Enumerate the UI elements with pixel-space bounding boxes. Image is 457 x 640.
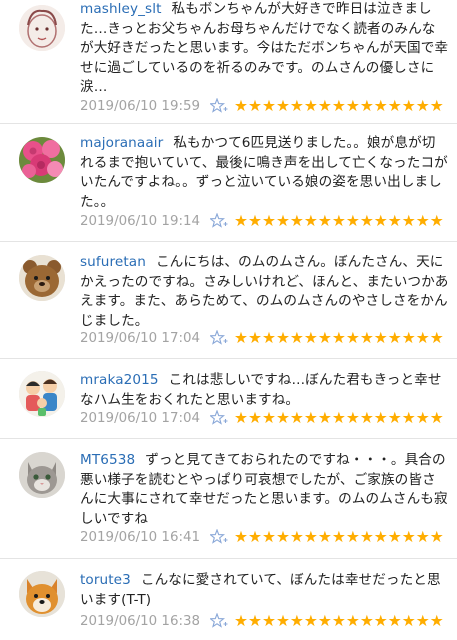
grey-cat-avatar[interactable]	[19, 452, 65, 498]
comment-username[interactable]: mashley_slt	[80, 1, 162, 17]
comment-item: majoranaair 私もかつて6匹見送りました。。娘が息が切れるまで抱いていて…	[0, 124, 457, 242]
comment-body: mashley_slt 私もボンちゃんが大好きで昨日は泣きました…きっとお父ちゃん…	[80, 0, 449, 98]
add-star-icon[interactable]	[210, 213, 234, 229]
comment-username[interactable]: majoranaair	[80, 135, 163, 151]
comment-date: 2019/06/10 17:04	[80, 330, 201, 346]
teddy-bear-avatar[interactable]	[19, 255, 65, 301]
comment-item: mraka2015 これは悲しいですね…ぼんた君もきっと幸せなハム生をおくれたと思…	[0, 359, 457, 439]
comment-username[interactable]: torute3	[80, 572, 131, 588]
comment-text: ずっと見てきておられたのですね・・・。具合の悪い様子を読むとやっぱり可哀想でした…	[80, 452, 448, 527]
comment-body: torute3 こんなに愛されていて、ぼんたは幸せだったと思います(T-T)	[80, 571, 449, 610]
comment-text: こんなに愛されていて、ぼんたは幸せだったと思います(T-T)	[80, 572, 441, 608]
comment-date: 2019/06/10 19:59	[80, 98, 201, 114]
comment-username[interactable]: mraka2015	[80, 372, 159, 388]
comment-item: mashley_slt 私もボンちゃんが大好きで昨日は泣きました…きっとお父ちゃん…	[0, 0, 457, 124]
comment-meta: 2019/06/10 19:14 ★★★★★★★★★★★★★★★	[80, 211, 444, 231]
comment-date: 2019/06/10 16:38	[80, 613, 201, 629]
family-cartoon-avatar[interactable]	[19, 371, 65, 417]
comment-meta: 2019/06/10 17:04 ★★★★★★★★★★★★★★★	[80, 408, 444, 428]
comment-username[interactable]: sufuretan	[80, 254, 146, 270]
comment-body: sufuretan こんにちは、のムのムさん。ぼんたさん、天にかえったのですね。さ…	[80, 253, 449, 331]
add-star-icon[interactable]	[210, 330, 234, 346]
comment-date: 2019/06/10 16:41	[80, 529, 201, 545]
add-star-icon[interactable]	[210, 613, 234, 629]
add-star-icon[interactable]	[210, 529, 234, 545]
star-rating: ★★★★★★★★★★★★★★★	[234, 329, 444, 347]
comment-item: torute3 こんなに愛されていて、ぼんたは幸せだったと思います(T-T) 20…	[0, 559, 457, 640]
star-rating: ★★★★★★★★★★★★★★★	[234, 528, 444, 546]
comment-meta: 2019/06/10 16:38 ★★★★★★★★★★★★★★★	[80, 611, 444, 631]
comment-meta: 2019/06/10 16:41 ★★★★★★★★★★★★★★★	[80, 527, 444, 547]
pink-roses-avatar[interactable]	[19, 137, 65, 183]
star-rating: ★★★★★★★★★★★★★★★	[234, 212, 444, 230]
comment-item: sufuretan こんにちは、のムのムさん。ぼんたさん、天にかえったのですね。さ…	[0, 242, 457, 359]
comment-date: 2019/06/10 19:14	[80, 213, 201, 229]
sketch-face-avatar[interactable]	[19, 5, 65, 51]
comment-body: MT6538 ずっと見てきておられたのですね・・・。具合の悪い様子を読むとやっぱり…	[80, 451, 449, 529]
star-rating: ★★★★★★★★★★★★★★★	[234, 409, 444, 427]
comment-date: 2019/06/10 17:04	[80, 410, 201, 426]
shiba-dog-avatar[interactable]	[19, 571, 65, 617]
comment-item: MT6538 ずっと見てきておられたのですね・・・。具合の悪い様子を読むとやっぱり…	[0, 439, 457, 559]
star-rating: ★★★★★★★★★★★★★★★	[234, 97, 444, 115]
comment-username[interactable]: MT6538	[80, 452, 135, 468]
comment-meta: 2019/06/10 17:04 ★★★★★★★★★★★★★★★	[80, 328, 444, 348]
add-star-icon[interactable]	[210, 98, 234, 114]
comment-body: majoranaair 私もかつて6匹見送りました。。娘が息が切れるまで抱いていて…	[80, 134, 449, 212]
add-star-icon[interactable]	[210, 410, 234, 426]
comment-body: mraka2015 これは悲しいですね…ぼんた君もきっと幸せなハム生をおくれたと思…	[80, 371, 449, 410]
comment-meta: 2019/06/10 19:59 ★★★★★★★★★★★★★★★	[80, 96, 444, 116]
comment-list: mashley_slt 私もボンちゃんが大好きで昨日は泣きました…きっとお父ちゃん…	[0, 0, 457, 640]
star-rating: ★★★★★★★★★★★★★★★	[234, 612, 444, 630]
